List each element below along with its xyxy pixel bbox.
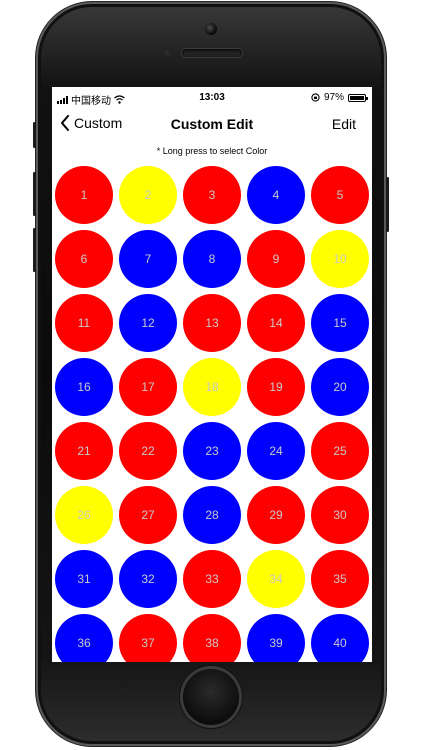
number-circle[interactable]: 16 bbox=[55, 358, 113, 416]
number-circle[interactable]: 32 bbox=[119, 550, 177, 608]
number-circle[interactable]: 25 bbox=[311, 422, 369, 480]
number-circle[interactable]: 23 bbox=[183, 422, 241, 480]
number-circle[interactable]: 33 bbox=[183, 550, 241, 608]
number-circle[interactable]: 12 bbox=[119, 294, 177, 352]
proximity-sensor bbox=[164, 50, 170, 56]
number-circle[interactable]: 21 bbox=[55, 422, 113, 480]
earpiece-speaker bbox=[182, 49, 242, 57]
number-circle[interactable]: 7 bbox=[119, 230, 177, 288]
number-circle[interactable]: 18 bbox=[183, 358, 241, 416]
number-circle[interactable]: 37 bbox=[119, 614, 177, 662]
number-circle[interactable]: 8 bbox=[183, 230, 241, 288]
back-button[interactable]: Custom bbox=[60, 115, 122, 131]
number-circle[interactable]: 3 bbox=[183, 166, 241, 224]
number-circle[interactable]: 36 bbox=[55, 614, 113, 662]
battery-icon bbox=[348, 93, 368, 102]
number-circle[interactable]: 39 bbox=[247, 614, 305, 662]
number-circle[interactable]: 40 bbox=[311, 614, 369, 662]
volume-up-button bbox=[33, 172, 36, 216]
number-circle[interactable]: 29 bbox=[247, 486, 305, 544]
number-circle[interactable]: 13 bbox=[183, 294, 241, 352]
back-label: Custom bbox=[74, 115, 123, 131]
power-button bbox=[386, 177, 389, 232]
edit-button[interactable]: Edit bbox=[332, 116, 356, 132]
number-circle[interactable]: 35 bbox=[311, 550, 369, 608]
number-circle[interactable]: 1 bbox=[55, 166, 113, 224]
long-press-hint: * Long press to select Color bbox=[156, 146, 268, 156]
number-circle[interactable]: 19 bbox=[247, 358, 305, 416]
status-right: 97% bbox=[311, 92, 368, 103]
status-bar: 中国移动 13:03 97% bbox=[52, 87, 372, 109]
number-circle[interactable]: 28 bbox=[183, 486, 241, 544]
number-circle[interactable]: 10 bbox=[311, 230, 369, 288]
volume-down-button bbox=[33, 228, 36, 272]
battery-percent: 97% bbox=[323, 92, 344, 103]
chevron-left-icon bbox=[61, 115, 69, 131]
number-circle[interactable]: 2 bbox=[119, 166, 177, 224]
number-circle[interactable]: 38 bbox=[183, 614, 241, 662]
front-camera bbox=[205, 23, 217, 35]
orientation-lock-icon bbox=[311, 93, 320, 102]
number-circle[interactable]: 26 bbox=[55, 486, 113, 544]
number-circle[interactable]: 6 bbox=[55, 230, 113, 288]
number-circle[interactable]: 31 bbox=[55, 550, 113, 608]
number-circle[interactable]: 4 bbox=[247, 166, 305, 224]
number-circle[interactable]: 30 bbox=[311, 486, 369, 544]
app-screen: 中国移动 13:03 97% Custom Custom Edit Edit *… bbox=[52, 87, 372, 662]
number-circle[interactable]: 34 bbox=[247, 550, 305, 608]
number-circle[interactable]: 5 bbox=[311, 166, 369, 224]
number-circle[interactable]: 20 bbox=[311, 358, 369, 416]
number-circle[interactable]: 22 bbox=[119, 422, 177, 480]
number-circle[interactable]: 24 bbox=[247, 422, 305, 480]
number-circle[interactable]: 11 bbox=[55, 294, 113, 352]
number-circle[interactable]: 15 bbox=[311, 294, 369, 352]
battery-fill bbox=[350, 95, 364, 100]
number-circle[interactable]: 14 bbox=[247, 294, 305, 352]
number-circle[interactable]: 17 bbox=[119, 358, 177, 416]
mute-switch bbox=[33, 122, 36, 148]
number-circle[interactable]: 9 bbox=[247, 230, 305, 288]
number-circle[interactable]: 27 bbox=[119, 486, 177, 544]
home-button[interactable] bbox=[183, 669, 239, 725]
color-circle-grid: 1 2 3 4 5 6 7 8 9 10 11 12 13 14 15 16 17 18 19 20 21 22 23 24 2… bbox=[55, 166, 369, 662]
navigation-bar: Custom Custom Edit Edit bbox=[52, 109, 372, 139]
